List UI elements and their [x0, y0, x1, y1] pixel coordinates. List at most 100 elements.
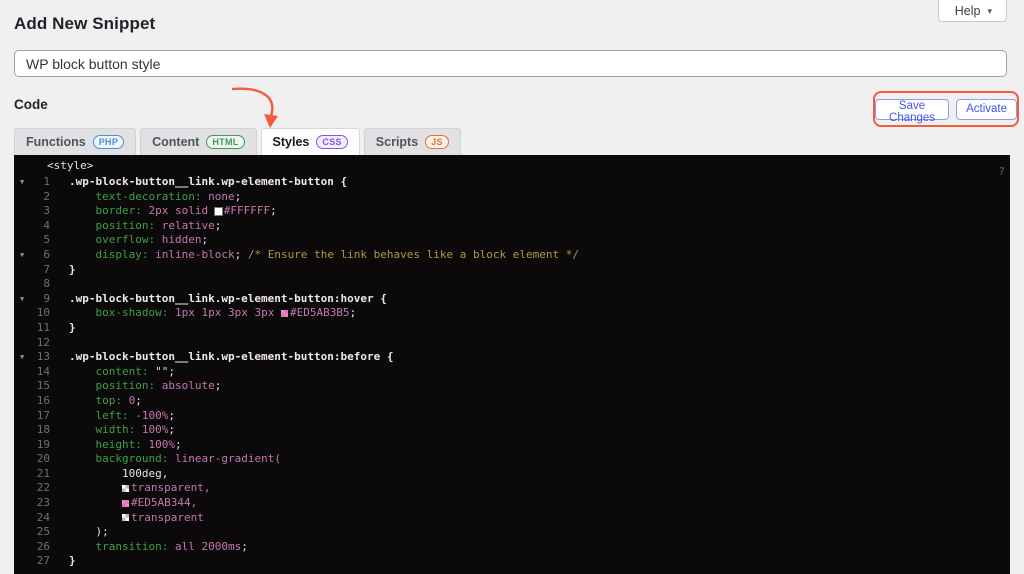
fold-gutter [14, 409, 28, 424]
code-line[interactable]: 27} [14, 554, 1010, 569]
code-line[interactable]: 5 overflow: hidden; [14, 233, 1010, 248]
fold-arrow-icon[interactable]: ▼ [14, 292, 28, 307]
line-number: 19 [36, 437, 50, 451]
code-line[interactable]: 15 position: absolute; [14, 379, 1010, 394]
fold-gutter [14, 263, 28, 278]
line-number: 8 [43, 277, 50, 291]
line-number: 6 [43, 247, 50, 261]
code-line[interactable]: 2 text-decoration: none; [14, 190, 1010, 205]
code-line[interactable]: 25 ); [14, 525, 1010, 540]
code-line[interactable]: 20 background: linear-gradient( [14, 452, 1010, 467]
editor-help-icon[interactable]: ? [998, 165, 1005, 178]
code-text: position: relative; [95, 218, 222, 232]
color-swatch-pink [280, 309, 288, 317]
fold-gutter [14, 219, 28, 234]
tab-label: Scripts [375, 135, 419, 149]
code-line[interactable]: 7} [14, 263, 1010, 278]
code-line[interactable]: 17 left: -100%; [14, 409, 1010, 424]
line-number: 16 [36, 393, 50, 407]
code-text: content: ""; [95, 364, 175, 378]
tab-scripts[interactable]: Scripts JS [363, 128, 461, 155]
fold-gutter [14, 365, 28, 380]
code-line[interactable]: 19 height: 100%; [14, 438, 1010, 453]
tab-label: Content [152, 135, 200, 149]
fold-gutter [14, 423, 28, 438]
tab-functions[interactable]: Functions PHP [14, 128, 137, 155]
line-number: 18 [36, 423, 50, 437]
activate-button[interactable]: Activate [956, 98, 1017, 120]
line-number: 12 [36, 335, 50, 349]
tab-content[interactable]: Content HTML [140, 128, 257, 155]
fold-gutter [14, 321, 28, 336]
code-text: .wp-block-button__link.wp-element-button… [69, 350, 394, 364]
line-number: 23 [36, 496, 50, 510]
tab-language-badge: HTML [206, 135, 245, 149]
line-number: 11 [36, 320, 50, 334]
code-text: } [69, 554, 76, 568]
code-line[interactable]: 12 [14, 336, 1010, 351]
code-line[interactable]: 16 top: 0; [14, 394, 1010, 409]
code-line[interactable]: 4 position: relative; [14, 219, 1010, 234]
fold-gutter [14, 481, 28, 496]
tab-language-badge: PHP [92, 135, 125, 149]
chevron-down-icon: ▾ [987, 6, 992, 16]
code-line[interactable]: 11} [14, 321, 1010, 336]
tab-language-badge: JS [425, 135, 449, 149]
line-number: 7 [43, 262, 50, 276]
fold-arrow-icon[interactable]: ▼ [14, 350, 28, 365]
code-line[interactable]: 23 #ED5AB344, [14, 496, 1010, 511]
arrow-annotation [231, 87, 278, 128]
code-line[interactable]: 24 transparent [14, 511, 1010, 526]
code-line[interactable]: ▼ 1 .wp-block-button__link.wp-element-butt… [14, 175, 1010, 190]
line-number: 14 [36, 364, 50, 378]
fold-gutter [14, 467, 28, 482]
line-number: 5 [43, 233, 50, 247]
fold-gutter [14, 277, 28, 292]
line-number: 26 [36, 539, 50, 553]
color-swatch-checker [121, 514, 129, 522]
code-line[interactable]: 3 border: 2px solid #FFFFFF; [14, 204, 1010, 219]
fold-gutter [14, 525, 28, 540]
fold-gutter [14, 496, 28, 511]
help-button[interactable]: Help ▾ [937, 0, 1007, 22]
line-number: 15 [36, 379, 50, 393]
code-line[interactable]: 21 100deg, [14, 467, 1010, 482]
code-line[interactable]: 10 box-shadow: 1px 1px 3px 3px #ED5AB3B5… [14, 306, 1010, 321]
line-number: 4 [43, 218, 50, 232]
code-section-label: Code [14, 97, 48, 112]
fold-gutter [14, 306, 28, 321]
line-number: 13 [36, 350, 50, 364]
line-number: 24 [36, 510, 50, 524]
save-changes-button[interactable]: Save Changes [875, 98, 950, 124]
code-line[interactable]: ▼ 9 .wp-block-button__link.wp-element-butt… [14, 292, 1010, 307]
code-line[interactable]: 8 [14, 277, 1010, 292]
line-number: 17 [36, 408, 50, 422]
code-text: overflow: hidden; [95, 233, 209, 247]
code-text: display: inline-block; /* Ensure the lin… [95, 247, 579, 261]
snippet-title-input[interactable] [14, 50, 1007, 77]
code-editor[interactable]: ? <style> ▼ 1 .wp-block-button__link.wp-el… [14, 155, 1010, 574]
help-button-label: Help [954, 4, 981, 18]
fold-gutter [14, 438, 28, 453]
code-line[interactable]: ▼ 6 display: inline-block; /* Ensure the … [14, 248, 1010, 263]
code-text: background: linear-gradient( [95, 452, 281, 466]
tab-styles[interactable]: Styles CSS [260, 128, 360, 155]
code-text: } [69, 320, 76, 334]
fold-arrow-icon[interactable]: ▼ [14, 175, 28, 190]
fold-gutter [14, 190, 28, 205]
code-text: ); [69, 525, 109, 539]
code-line[interactable]: 18 width: 100%; [14, 423, 1010, 438]
code-line[interactable]: 22 transparent, [14, 481, 1010, 496]
code-text: .wp-block-button__link.wp-element-button… [69, 175, 348, 188]
code-text: } [69, 262, 76, 276]
code-text: height: 100%; [95, 437, 182, 451]
fold-gutter [14, 540, 28, 555]
code-line[interactable]: 14 content: ""; [14, 365, 1010, 380]
editor-style-delimiter: <style> [47, 159, 94, 172]
code-text: left: -100%; [95, 408, 176, 422]
page-title: Add New Snippet [14, 14, 156, 33]
fold-arrow-icon[interactable]: ▼ [14, 248, 28, 263]
code-text: box-shadow: 1px 1px 3px 3px #ED5AB3B5; [95, 306, 357, 320]
code-line[interactable]: ▼ 13 .wp-block-button__link.wp-element-but… [14, 350, 1010, 365]
code-line[interactable]: 26 transition: all 2000ms; [14, 540, 1010, 555]
